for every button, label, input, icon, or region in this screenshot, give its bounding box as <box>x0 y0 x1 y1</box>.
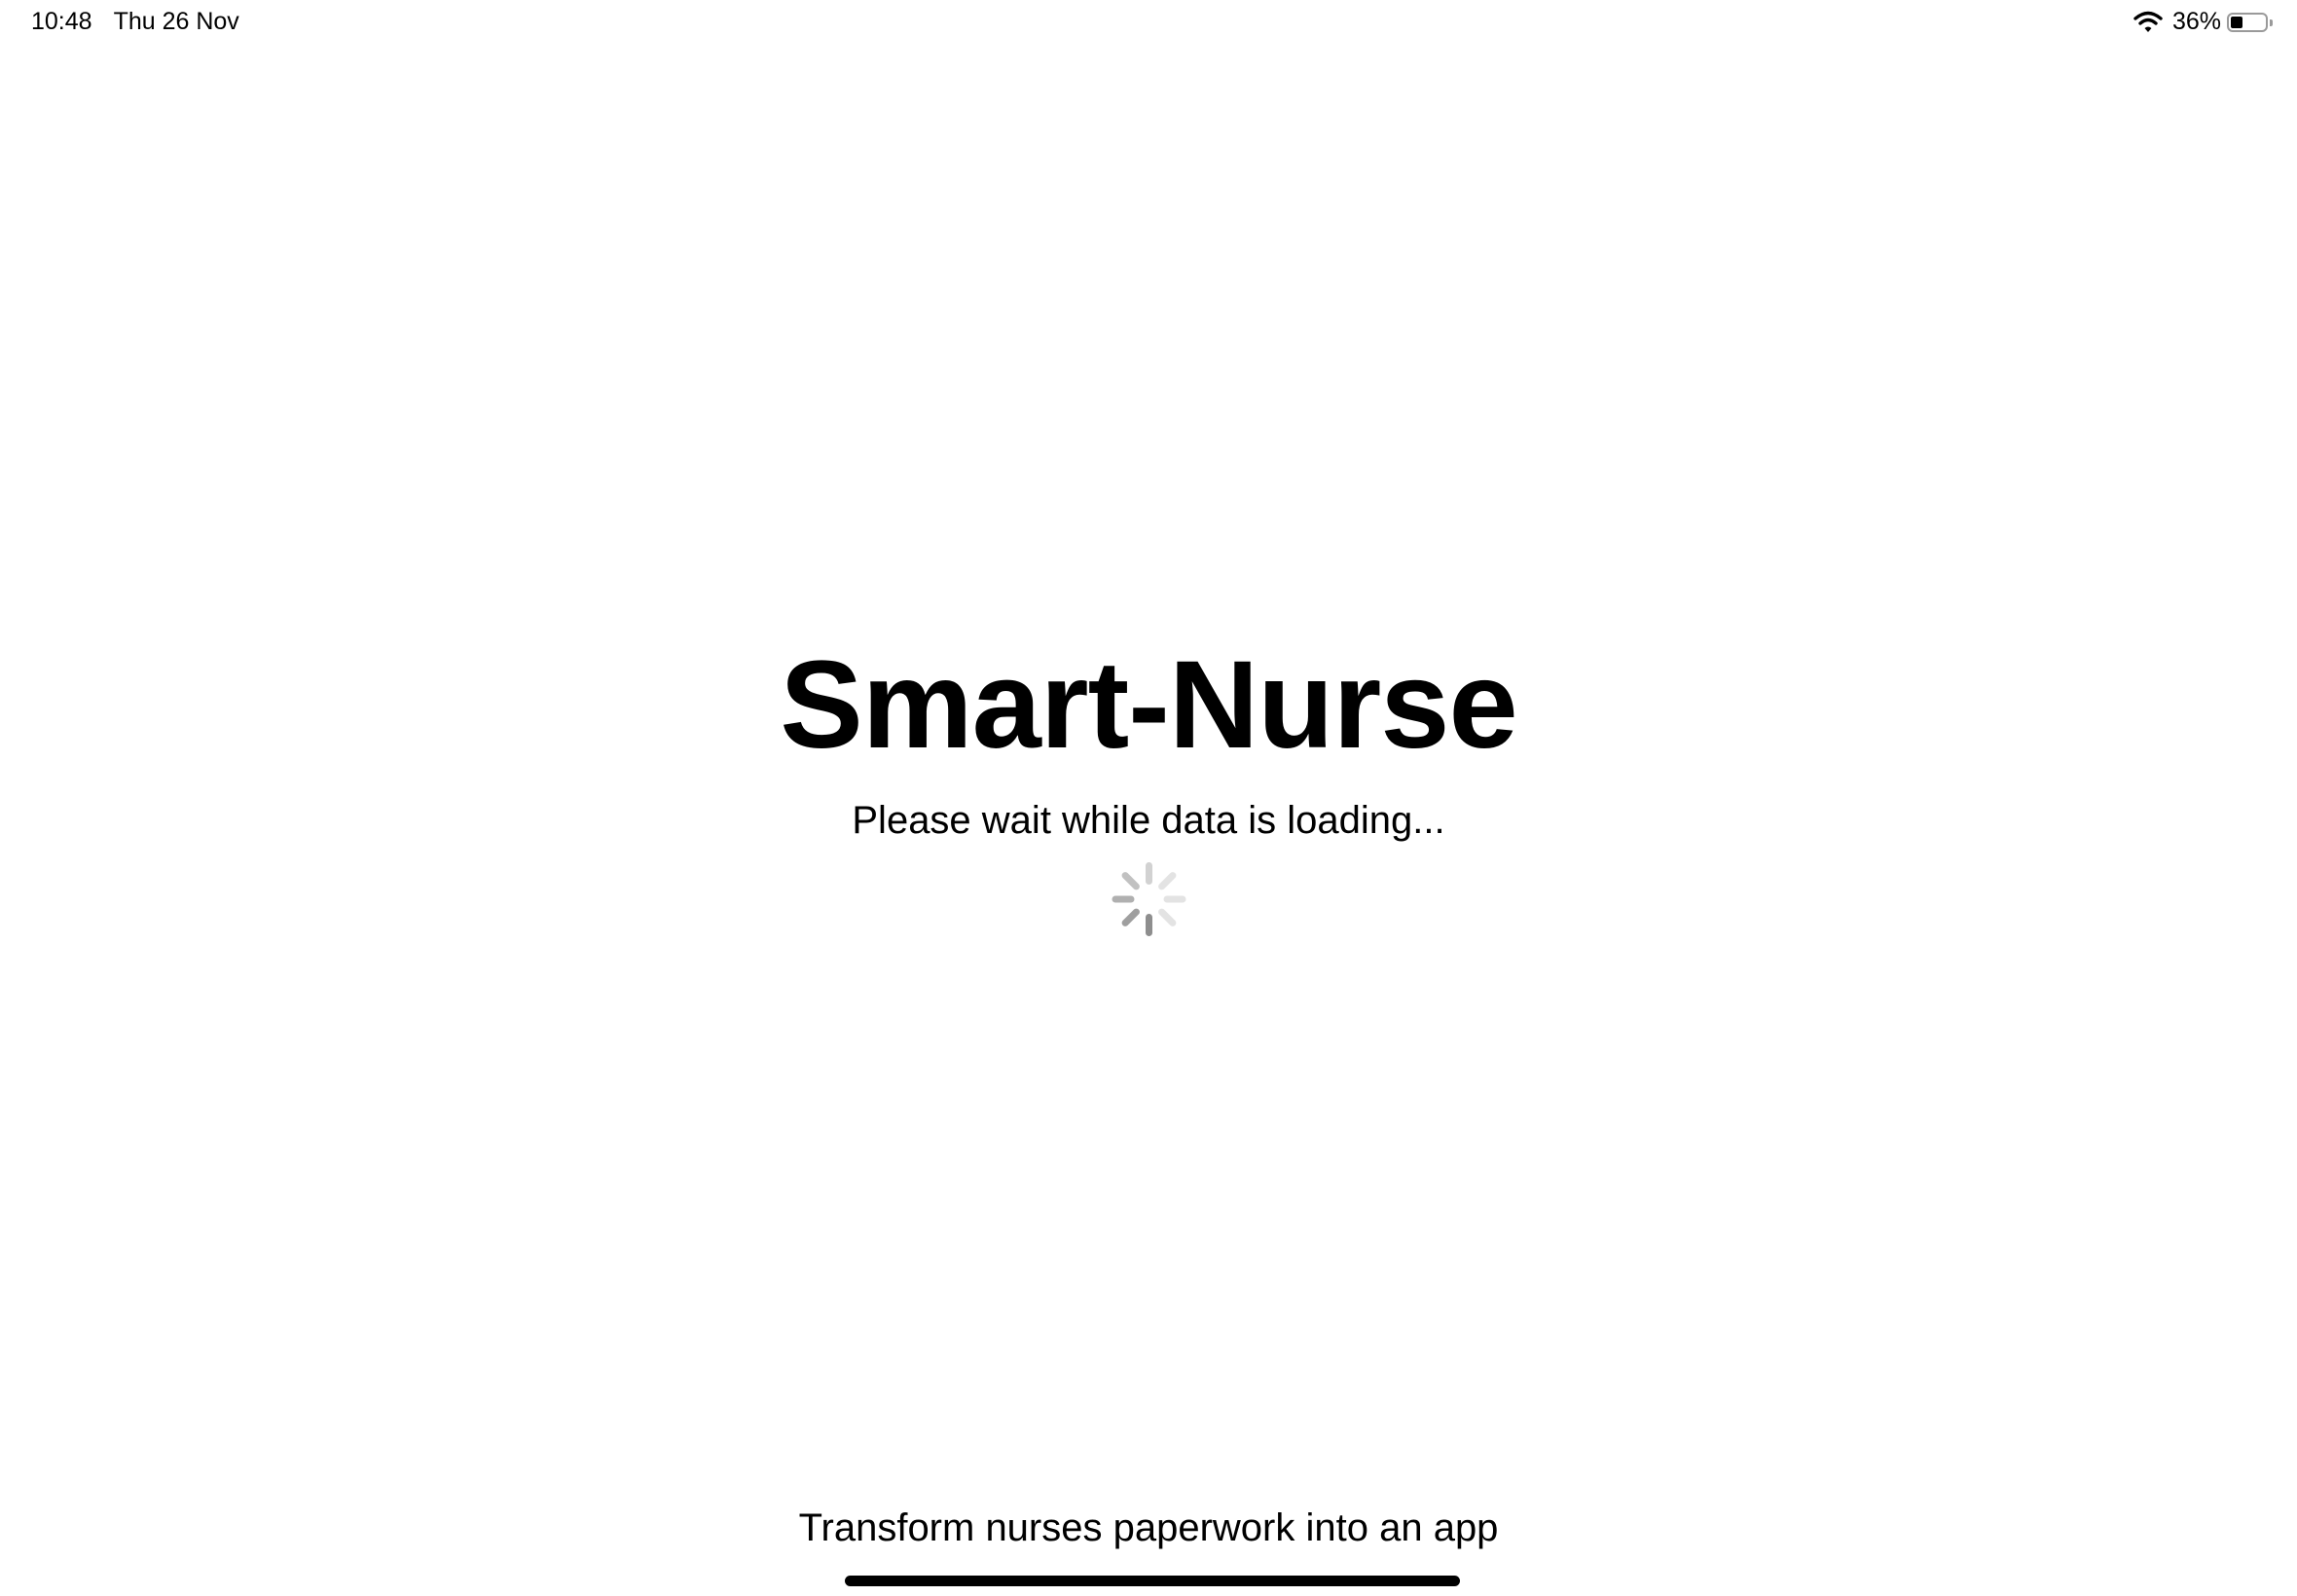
loading-screen: 10:48 Thu 26 Nov 36% Smart-Nurse Please … <box>0 0 2297 1596</box>
spinner-spoke <box>1120 870 1142 891</box>
spinner-spoke <box>1146 862 1152 885</box>
spinner-spoke <box>1146 914 1152 936</box>
status-time: 10:48 <box>31 8 92 35</box>
status-left: 10:48 Thu 26 Nov <box>31 8 239 36</box>
battery-fill <box>2231 16 2242 28</box>
battery-icon <box>2227 12 2273 32</box>
spinner-spoke <box>1112 895 1135 903</box>
status-bar: 10:48 Thu 26 Nov 36% <box>0 0 2297 47</box>
app-tagline: Transform nurses paperwork into an app <box>798 1506 1499 1549</box>
status-right: 36% <box>2133 8 2274 36</box>
activity-spinner-icon <box>1112 862 1186 936</box>
home-indicator[interactable] <box>845 1576 1460 1586</box>
battery-percent: 36% <box>2171 8 2221 35</box>
status-date: Thu 26 Nov <box>113 8 239 35</box>
wifi-icon <box>2133 11 2163 34</box>
spinner-spoke <box>1120 907 1142 928</box>
loading-content: Smart-Nurse Please wait while data is lo… <box>0 633 2297 936</box>
loading-message: Please wait while data is loading... <box>852 799 1445 842</box>
spinner-spoke <box>1156 907 1178 928</box>
spinner-spoke <box>1163 895 1186 903</box>
spinner-spoke <box>1156 870 1178 891</box>
battery-cap <box>2270 18 2273 26</box>
app-title: Smart-Nurse <box>780 635 1517 775</box>
